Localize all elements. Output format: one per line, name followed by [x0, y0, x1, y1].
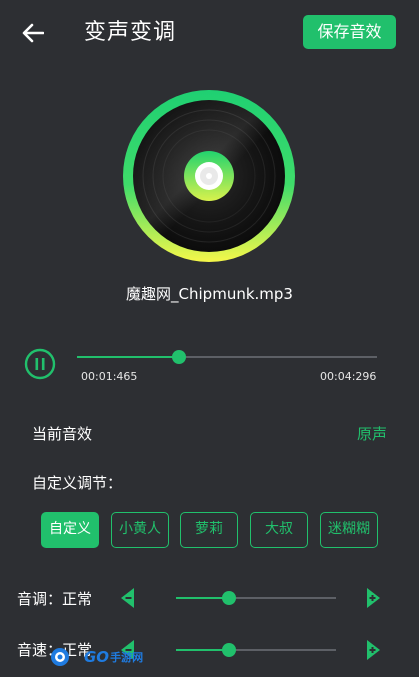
triangle-right-plus-icon: [367, 640, 380, 660]
preset-custom[interactable]: 自定义: [41, 512, 99, 548]
vinyl-record: [122, 89, 296, 263]
pitch-increase-button[interactable]: [364, 587, 382, 609]
triangle-right-plus-icon: [367, 588, 380, 608]
pitch-label: 音调：正常: [17, 590, 93, 608]
speed-fill: [176, 649, 229, 651]
watermark-logo-icon: [51, 648, 69, 666]
current-effect-value: 原声: [357, 425, 388, 443]
page-title: 变声变调: [84, 20, 177, 45]
arrow-left-icon: [22, 23, 44, 43]
pitch-decrease-button[interactable]: [119, 587, 137, 609]
pitch-fill: [176, 597, 229, 599]
watermark-sub: 手游网: [110, 651, 144, 664]
preset-muddled[interactable]: 迷糊糊: [320, 512, 378, 548]
total-time: 00:04:296: [320, 370, 377, 383]
triangle-left-minus-icon: [121, 588, 134, 608]
preset-loli[interactable]: 萝莉: [180, 512, 238, 548]
preset-minion[interactable]: 小黄人: [111, 512, 169, 548]
watermark-text: GO: [84, 648, 110, 666]
custom-adjust-label: 自定义调节：: [32, 474, 123, 492]
progress-thumb[interactable]: [172, 350, 186, 364]
current-time: 00:01:465: [81, 370, 138, 383]
watermark: GO 手游网: [50, 644, 143, 670]
speed-increase-button[interactable]: [364, 639, 382, 661]
progress-fill: [77, 356, 179, 358]
pause-button[interactable]: [24, 348, 56, 380]
pause-icon: [24, 348, 56, 380]
speed-thumb[interactable]: [221, 643, 236, 657]
pitch-thumb[interactable]: [221, 591, 236, 605]
vinyl-record-icon: [123, 90, 295, 262]
file-name: 魔趣网_Chipmunk.mp3: [126, 285, 293, 303]
save-effect-button[interactable]: 保存音效: [303, 15, 396, 49]
preset-uncle[interactable]: 大叔: [250, 512, 308, 548]
current-effect-label: 当前音效: [32, 425, 93, 443]
back-button[interactable]: [16, 18, 50, 48]
